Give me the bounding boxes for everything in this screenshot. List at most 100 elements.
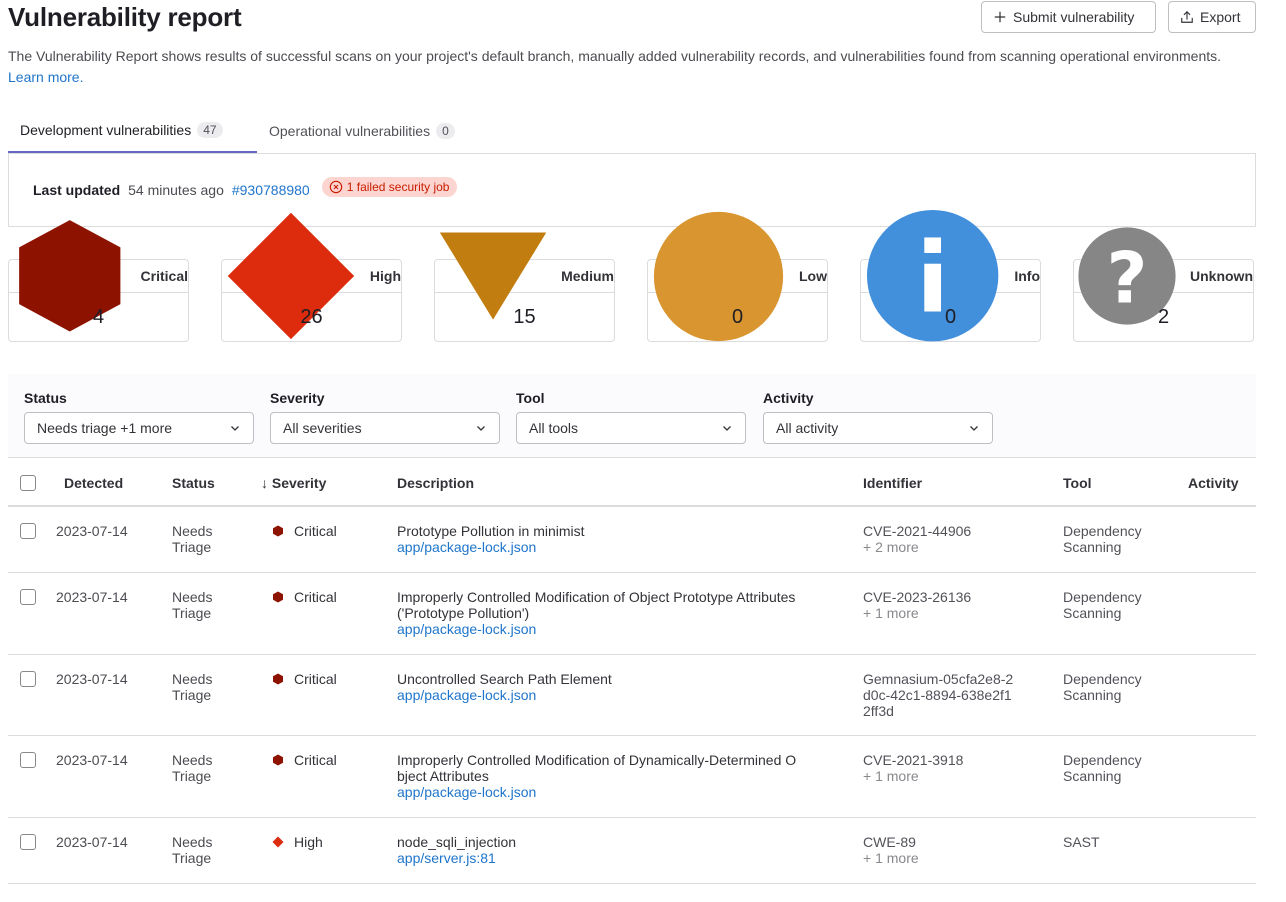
chevron-down-icon [723,426,731,431]
severity-filter: Severity All severities [270,388,500,444]
vulnerability-report-page: Vulnerability report Submit vulnerabilit… [8,0,1256,884]
chevron-down-icon [477,426,485,431]
identifier-text: CVE-2021-3918 [863,752,964,768]
last-updated-panel: Last updated 54 minutes ago #930788980 1… [8,153,1256,227]
column-activity: Activity [1188,475,1239,491]
identifier-cell: CVE-2021-3918 + 1 more [863,752,1043,784]
svg-text:?: ? [1107,237,1148,320]
row-checkbox[interactable] [20,523,36,539]
vulnerability-title[interactable]: Improperly Controlled Modification of Ob… [397,589,837,605]
critical-severity-icon [273,673,283,685]
table-row[interactable]: 2023-07-14 Needs Triage Critical Prototype P… [8,507,1256,573]
severity-card-header: High [222,212,401,340]
activity-filter-value: All activity [776,420,839,436]
vulnerability-title[interactable]: bject Attributes [397,768,837,784]
identifier-cell: Gemnasium-05cfa2e8-2 d0c-42c1-8894-638e2f… [863,671,1043,719]
column-status[interactable]: Status [172,475,215,491]
page-header: Vulnerability report Submit vulnerabilit… [8,0,1256,40]
status-text: Needs [172,589,213,605]
activity-filter-dropdown[interactable]: All activity [763,412,993,444]
tab-count-badge: 47 [197,121,223,138]
severity-card-critical[interactable]: Critical 4 [8,220,189,342]
high-severity-icon [227,212,355,340]
severity-card-medium[interactable]: Medium 15 [434,232,615,342]
high-severity-icon [272,836,284,848]
row-checkbox[interactable] [20,671,36,687]
status-cell: Needs Triage [172,523,212,555]
table-row[interactable]: 2023-07-14 Needs Triage Critical Improperly … [8,573,1256,655]
status-text: Needs [172,752,213,768]
identifier-text: CWE-89 [863,834,916,850]
severity-cell: Critical [272,589,337,605]
file-location-link[interactable]: app/server.js:81 [397,850,837,866]
file-location-link[interactable]: app/package-lock.json [397,784,837,800]
severity-card-label: Critical [140,268,188,284]
export-icon [1181,10,1193,23]
status-filter: Status Needs triage +1 more [24,388,254,444]
table-row[interactable]: 2023-07-14 Needs Triage Critical Improperly … [8,736,1256,818]
identifier-text: d0c-42c1-8894-638e2f1 [863,687,1012,703]
vulnerability-table: Detected Status ↓ Severity Description I… [8,459,1256,884]
severity-card-high[interactable]: High 26 [221,212,402,342]
tool-text: Scanning [1063,687,1122,703]
tool-text: Scanning [1063,605,1122,621]
status-text: Triage [172,850,212,866]
table-row[interactable]: 2023-07-14 Needs Triage High node_sqli_injec… [8,818,1256,884]
status-text: Triage [172,768,212,784]
status-text: Triage [172,605,212,621]
vulnerability-title[interactable]: ('Prototype Pollution') [397,605,837,621]
column-description: Description [397,475,475,491]
vulnerability-title[interactable]: Improperly Controlled Modification of Dy… [397,752,837,768]
severity-card-low[interactable]: Low 0 [647,211,828,342]
error-icon [329,180,342,193]
identifier-more: + 1 more [863,850,919,866]
severity-card-header: ? Unknown [1074,227,1253,325]
failed-job-badge[interactable]: 1 failed security job [321,176,458,197]
identifier-text: CVE-2021-44906 [863,523,972,539]
table-row[interactable]: 2023-07-14 Needs Triage Critical Uncontrolle… [8,655,1256,736]
row-checkbox[interactable] [20,589,36,605]
vulnerability-title[interactable]: node_sqli_injection [397,834,837,850]
detected-date: 2023-07-14 [56,834,128,850]
status-text: Triage [172,687,212,703]
severity-filter-value: All severities [283,420,362,436]
identifier-more: + 1 more [863,605,919,621]
learn-more-link[interactable]: Learn more. [8,69,83,85]
row-checkbox[interactable] [20,752,36,768]
column-severity[interactable]: ↓ Severity [261,475,326,491]
severity-cell: Critical [272,671,337,687]
file-location-link[interactable]: app/package-lock.json [397,621,837,637]
submit-vulnerability-button[interactable]: Submit vulnerability [981,1,1156,33]
select-all-checkbox[interactable] [20,475,36,491]
page-title: Vulnerability report [8,2,242,32]
activity-filter-label: Activity [763,390,814,406]
tool-filter: Tool All tools [516,388,746,444]
export-button[interactable]: Export [1168,1,1256,33]
status-text: Needs [172,671,213,687]
column-tool[interactable]: Tool [1063,475,1092,491]
failed-job-label: 1 failed security job [346,179,450,194]
vulnerability-tabs: Development vulnerabilities 47 Operation… [8,108,1256,154]
row-checkbox[interactable] [20,834,36,850]
pipeline-link[interactable]: #930788980 [232,182,310,198]
critical-severity-icon [273,591,283,603]
tool-filter-dropdown[interactable]: All tools [516,412,746,444]
severity-cell: Critical [272,523,337,539]
severity-card-unknown[interactable]: ? Unknown 2 [1073,227,1254,342]
file-location-link[interactable]: app/package-lock.json [397,539,837,555]
tab-development-vulnerabilities[interactable]: Development vulnerabilities 47 [8,108,257,153]
vulnerability-title[interactable]: Uncontrolled Search Path Element [397,671,837,687]
severity-card-header: Low [648,211,827,341]
severity-card-info[interactable]: Info 0 [860,210,1041,342]
column-detected[interactable]: Detected [64,475,123,491]
file-location-link[interactable]: app/package-lock.json [397,687,837,703]
severity-label: High [294,834,323,850]
tab-operational-vulnerabilities[interactable]: Operational vulnerabilities 0 [257,108,467,153]
tool-text: Dependency [1063,589,1142,605]
identifier-more: + 1 more [863,768,919,784]
status-filter-dropdown[interactable]: Needs triage +1 more [24,412,254,444]
severity-filter-dropdown[interactable]: All severities [270,412,500,444]
severity-label: Critical [294,671,337,687]
vulnerability-title[interactable]: Prototype Pollution in minimist [397,523,837,539]
critical-severity-icon [19,220,121,332]
